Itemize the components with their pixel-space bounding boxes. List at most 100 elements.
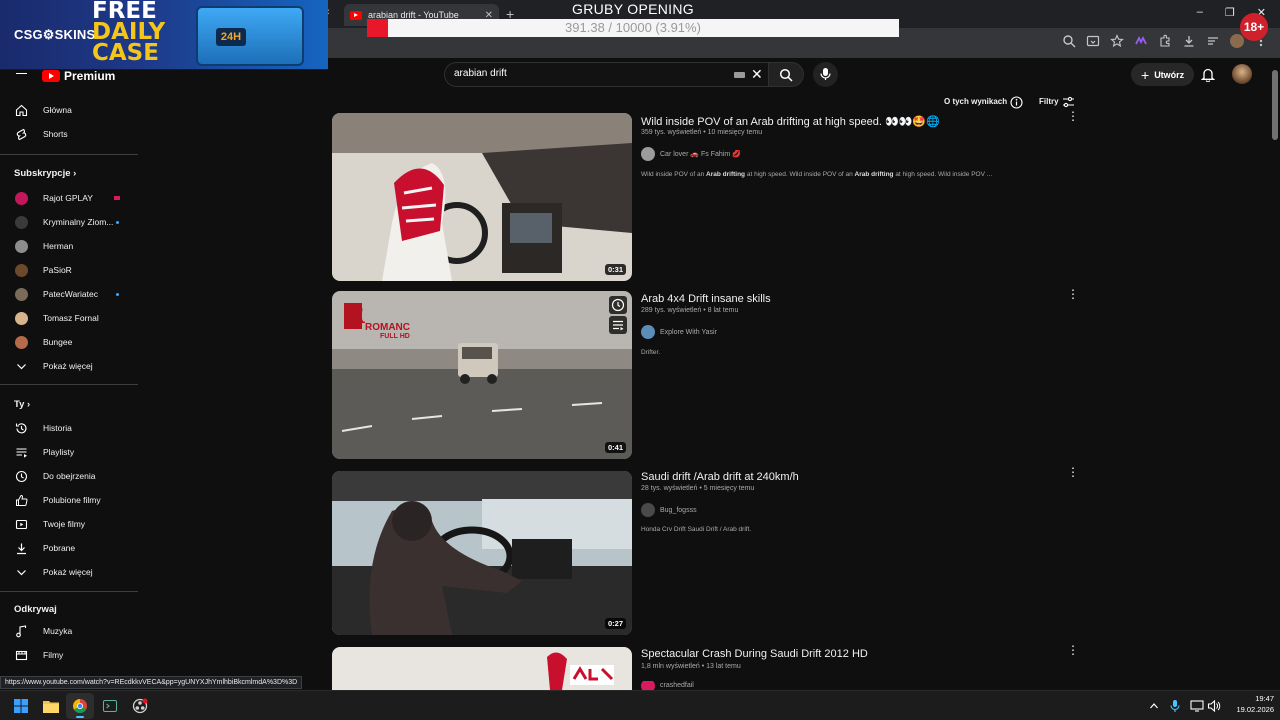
channel-link[interactable]: Bug_fogsss xyxy=(641,503,697,517)
menu-icon[interactable] xyxy=(16,73,27,76)
downloads-icon[interactable] xyxy=(1182,34,1196,48)
subscriptions-heading[interactable]: Subskrypcje › xyxy=(14,168,76,179)
sidebar-item-playlists[interactable]: Playlisty xyxy=(0,441,138,463)
zoom-icon[interactable] xyxy=(1062,34,1076,48)
active-indicator xyxy=(76,716,84,718)
desc-highlight: Arab drifting xyxy=(854,171,894,178)
video-thumbnail[interactable] xyxy=(332,647,632,690)
add-to-queue-button[interactable] xyxy=(609,316,627,334)
explore-heading: Odkrywaj xyxy=(14,604,57,615)
more-actions-icon[interactable]: ⋮ xyxy=(1067,466,1079,478)
sidebar-item-label: Twoje filmy xyxy=(43,519,86,529)
display-icon[interactable] xyxy=(1190,699,1204,713)
sidebar-item-label: Rajot GPLAY xyxy=(43,193,93,203)
scrollbar-thumb[interactable] xyxy=(1272,70,1278,140)
liked-icon xyxy=(16,494,28,506)
sidebar-item-history[interactable]: Historia xyxy=(0,417,138,439)
channel-link[interactable]: crashedfail xyxy=(641,681,694,690)
more-actions-icon[interactable]: ⋮ xyxy=(1067,288,1079,300)
info-icon[interactable] xyxy=(1010,96,1023,109)
extension-logo-icon[interactable] xyxy=(1134,34,1148,48)
search-icon xyxy=(779,68,793,82)
voice-search-button[interactable] xyxy=(813,62,838,87)
more-actions-icon[interactable]: ⋮ xyxy=(1067,110,1079,122)
progress-text: 391.38 / 10000 (3.91%) xyxy=(565,20,701,35)
sidebar-item-label: Pobrane xyxy=(43,543,76,553)
keyboard-icon[interactable] xyxy=(734,72,745,78)
sidebar-item-downloads[interactable]: Pobrane xyxy=(0,537,138,559)
age-restriction-badge: 18+ xyxy=(1240,13,1268,41)
sidebar-item-label: Historia xyxy=(43,423,72,433)
windows-taskbar xyxy=(0,690,1280,720)
maximize-icon[interactable]: ❐ xyxy=(1225,6,1235,19)
sidebar-item-label: Playlisty xyxy=(43,447,75,457)
obs-icon[interactable] xyxy=(132,698,148,714)
terminal-icon[interactable] xyxy=(103,699,117,713)
clear-search-icon[interactable]: ✕ xyxy=(751,66,763,83)
profile-avatar-icon[interactable] xyxy=(1230,34,1244,48)
taskbar-clock[interactable]: 19:47 19.02.2026 xyxy=(1222,693,1274,715)
sidebar-item-your-videos[interactable]: Twoje filmy xyxy=(0,513,138,535)
chevron-right-icon: › xyxy=(27,399,31,410)
channel-link[interactable]: Explore With Yasir xyxy=(641,325,717,339)
microphone-tray-icon[interactable] xyxy=(1170,699,1180,713)
windows-start-icon[interactable] xyxy=(14,699,28,713)
logo-letter: R xyxy=(345,300,365,329)
watch-later-button[interactable] xyxy=(609,296,627,314)
more-actions-icon[interactable]: ⋮ xyxy=(1067,644,1079,656)
youtube-premium-logo[interactable]: Premium xyxy=(42,69,115,83)
bookmark-star-icon[interactable] xyxy=(1110,34,1124,48)
video-thumbnail[interactable]: 0:27 xyxy=(332,471,632,635)
sidebar-item-watch-later[interactable]: Do obejrzenia xyxy=(0,465,138,487)
sidebar-show-more-subscriptions[interactable]: Pokaż więcej xyxy=(0,355,138,377)
youtube-favicon-icon xyxy=(350,10,362,20)
notifications-bell-icon[interactable] xyxy=(1201,67,1215,82)
channel-link[interactable]: Car lover 🚗 Fs Fahim 💋 xyxy=(641,147,741,161)
sidebar-item-home[interactable]: Główna xyxy=(0,99,138,121)
reading-list-icon[interactable] xyxy=(1206,34,1220,48)
sidebar-item-shorts[interactable]: Shorts xyxy=(0,123,138,145)
clock-time: 19:47 xyxy=(1255,694,1274,703)
video-thumbnail[interactable]: 0:31 xyxy=(332,113,632,281)
video-thumbnail[interactable]: R ROMANC FULL HD 0:41 xyxy=(332,291,632,459)
sidebar-item-subscription[interactable]: Bungee xyxy=(0,331,138,353)
video-title[interactable]: Wild inside POV of an Arab drifting at h… xyxy=(641,115,940,128)
file-explorer-icon[interactable] xyxy=(43,699,59,713)
video-duration: 0:27 xyxy=(604,618,626,629)
sidebar-item-subscription[interactable]: Kryminalny Ziom... xyxy=(0,211,138,233)
movies-icon xyxy=(15,650,28,660)
search-button[interactable] xyxy=(768,62,804,87)
minimize-icon[interactable]: – xyxy=(1197,6,1203,19)
about-results-link[interactable]: O tych wynikach xyxy=(944,97,1007,106)
account-avatar[interactable] xyxy=(1232,64,1252,84)
channel-avatar xyxy=(15,215,28,229)
taskbar-active-app[interactable] xyxy=(66,693,94,719)
sidebar-item-label: Herman xyxy=(43,241,74,251)
tray-chevron-up-icon[interactable] xyxy=(1149,701,1159,711)
search-input[interactable]: arabian drift xyxy=(454,68,507,79)
sidebar-item-subscription[interactable]: Rajot GPLAY xyxy=(0,187,138,209)
scrollbar[interactable] xyxy=(1270,58,1280,690)
volume-icon[interactable] xyxy=(1207,699,1221,713)
install-app-icon[interactable] xyxy=(1086,34,1100,48)
sidebar-item-liked-videos[interactable]: Polubione filmy xyxy=(0,489,138,511)
sidebar-item-movies[interactable]: Filmy xyxy=(0,644,138,666)
sidebar-item-subscription[interactable]: PatecWariatec xyxy=(0,283,138,305)
video-title[interactable]: Saudi drift /Arab drift at 240km/h xyxy=(641,471,799,483)
filters-sliders-icon[interactable] xyxy=(1062,96,1075,108)
extensions-puzzle-icon[interactable] xyxy=(1158,34,1172,48)
video-description: Wild inside POV of an Arab drifting at h… xyxy=(641,171,992,178)
create-button[interactable]: + Utwórz xyxy=(1131,63,1195,86)
sidebar-item-subscription[interactable]: PaSioR xyxy=(0,259,138,281)
filters-button[interactable]: Filtry xyxy=(1039,97,1059,106)
channel-avatar xyxy=(641,503,655,517)
create-label: Utwórz xyxy=(1154,69,1185,80)
sidebar-item-subscription[interactable]: Tomasz Fornal xyxy=(0,307,138,329)
video-title[interactable]: Spectacular Crash During Saudi Drift 201… xyxy=(641,648,868,660)
sidebar-item-music[interactable]: Muzyka xyxy=(0,620,138,642)
sidebar-show-more-you[interactable]: Pokaż więcej xyxy=(0,561,138,583)
video-title[interactable]: Arab 4x4 Drift insane skills xyxy=(641,293,771,305)
you-heading[interactable]: Ty › xyxy=(14,399,30,410)
sidebar-item-subscription[interactable]: Herman xyxy=(0,235,138,257)
banner-logo: CSG⚙SKINS xyxy=(14,27,96,42)
